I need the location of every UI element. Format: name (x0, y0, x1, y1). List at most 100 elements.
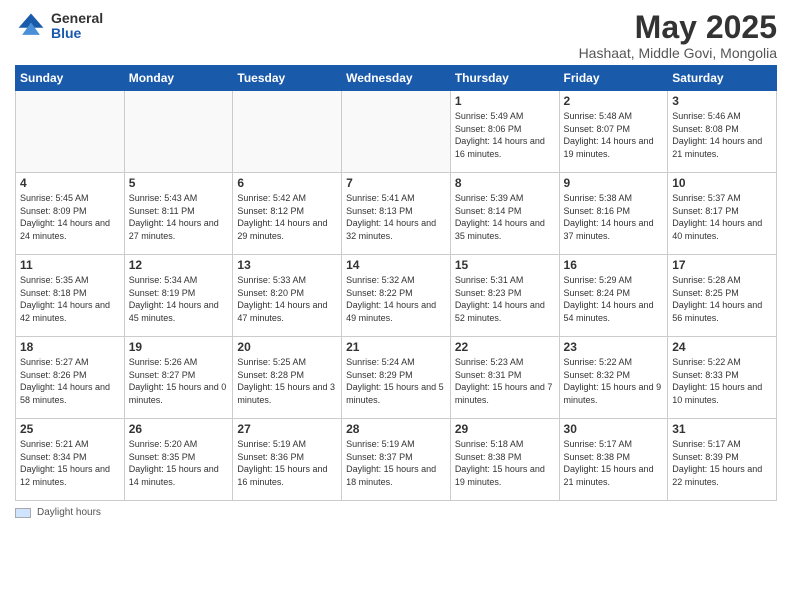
day-info: Sunrise: 5:41 AM Sunset: 8:13 PM Dayligh… (346, 192, 446, 242)
calendar-cell: 25 Sunrise: 5:21 AM Sunset: 8:34 PM Dayli… (16, 419, 125, 501)
day-info: Sunrise: 5:46 AM Sunset: 8:08 PM Dayligh… (672, 110, 772, 160)
calendar-cell: 15 Sunrise: 5:31 AM Sunset: 8:23 PM Dayli… (450, 255, 559, 337)
calendar-cell: 27Sunrise: 5:19 AM Sunset: 8:36 PM Dayli… (233, 419, 342, 501)
calendar-cell: 4Sunrise: 5:45 AM Sunset: 8:09 PM Daylig… (16, 173, 125, 255)
calendar-cell (233, 91, 342, 173)
col-saturday: Saturday (668, 66, 777, 91)
logo-icon (15, 10, 47, 42)
calendar-cell: 13 Sunrise: 5:33 AM Sunset: 8:20 PM Dayli… (233, 255, 342, 337)
day-number: 16 (564, 258, 664, 272)
day-number: 1 (455, 94, 555, 108)
day-number: 20 (237, 340, 337, 354)
title-block: May 2025 Hashaat, Middle Govi, Mongolia (579, 10, 777, 61)
day-info: Sunrise: 5:22 AM Sunset: 8:32 PM Dayligh… (564, 356, 664, 406)
day-info: Sunrise: 5:27 AM Sunset: 8:26 PM Dayligh… (20, 356, 120, 406)
week-row-5: 25 Sunrise: 5:21 AM Sunset: 8:34 PM Dayli… (16, 419, 777, 501)
day-number: 15 (455, 258, 555, 272)
day-info: Sunrise: 5:29 AM Sunset: 8:24 PM Dayligh… (564, 274, 664, 324)
calendar-cell: 21 Sunrise: 5:24 AM Sunset: 8:29 PM Dayli… (342, 337, 451, 419)
day-number: 27 (237, 422, 337, 436)
col-thursday: Thursday (450, 66, 559, 91)
day-number: 21 (346, 340, 446, 354)
calendar-cell: 29 Sunrise: 5:18 AM Sunset: 8:38 PM Dayli… (450, 419, 559, 501)
calendar-cell: 11 Sunrise: 5:35 AM Sunset: 8:18 PM Dayli… (16, 255, 125, 337)
day-info: Sunrise: 5:34 AM Sunset: 8:19 PM Dayligh… (129, 274, 229, 324)
logo-text: General Blue (51, 11, 103, 42)
calendar-body: 1Sunrise: 5:49 AM Sunset: 8:06 PM Daylig… (16, 91, 777, 501)
logo: General Blue (15, 10, 103, 42)
week-row-4: 18 Sunrise: 5:27 AM Sunset: 8:26 PM Dayli… (16, 337, 777, 419)
col-monday: Monday (124, 66, 233, 91)
day-number: 13 (237, 258, 337, 272)
day-info: Sunrise: 5:38 AM Sunset: 8:16 PM Dayligh… (564, 192, 664, 242)
calendar-cell: 28 Sunrise: 5:19 AM Sunset: 8:37 PM Dayli… (342, 419, 451, 501)
calendar-cell: 16 Sunrise: 5:29 AM Sunset: 8:24 PM Dayli… (559, 255, 668, 337)
day-number: 18 (20, 340, 120, 354)
calendar-cell: 2Sunrise: 5:48 AM Sunset: 8:07 PM Daylig… (559, 91, 668, 173)
day-number: 30 (564, 422, 664, 436)
day-number: 6 (237, 176, 337, 190)
day-number: 22 (455, 340, 555, 354)
calendar-cell: 5 Sunrise: 5:43 AM Sunset: 8:11 PM Daylig… (124, 173, 233, 255)
calendar-cell: 18 Sunrise: 5:27 AM Sunset: 8:26 PM Dayli… (16, 337, 125, 419)
day-info: Sunrise: 5:20 AM Sunset: 8:35 PM Dayligh… (129, 438, 229, 488)
day-number: 8 (455, 176, 555, 190)
calendar-table: Sunday Monday Tuesday Wednesday Thursday… (15, 65, 777, 501)
day-info: Sunrise: 5:42 AM Sunset: 8:12 PM Dayligh… (237, 192, 337, 242)
day-info: Sunrise: 5:43 AM Sunset: 8:11 PM Dayligh… (129, 192, 229, 242)
day-number: 5 (129, 176, 229, 190)
logo-blue: Blue (51, 26, 103, 41)
day-info: Sunrise: 5:35 AM Sunset: 8:18 PM Dayligh… (20, 274, 120, 324)
calendar-cell: 1Sunrise: 5:49 AM Sunset: 8:06 PM Daylig… (450, 91, 559, 173)
day-info: Sunrise: 5:24 AM Sunset: 8:29 PM Dayligh… (346, 356, 446, 406)
week-row-1: 1Sunrise: 5:49 AM Sunset: 8:06 PM Daylig… (16, 91, 777, 173)
col-tuesday: Tuesday (233, 66, 342, 91)
calendar-cell: 20 Sunrise: 5:25 AM Sunset: 8:28 PM Dayli… (233, 337, 342, 419)
calendar-cell: 17Sunrise: 5:28 AM Sunset: 8:25 PM Dayli… (668, 255, 777, 337)
day-info: Sunrise: 5:33 AM Sunset: 8:20 PM Dayligh… (237, 274, 337, 324)
day-number: 24 (672, 340, 772, 354)
day-info: Sunrise: 5:45 AM Sunset: 8:09 PM Dayligh… (20, 192, 120, 242)
subtitle: Hashaat, Middle Govi, Mongolia (579, 45, 777, 61)
header: General Blue May 2025 Hashaat, Middle Go… (15, 10, 777, 61)
day-number: 2 (564, 94, 664, 108)
day-info: Sunrise: 5:21 AM Sunset: 8:34 PM Dayligh… (20, 438, 120, 488)
logo-general: General (51, 11, 103, 26)
day-info: Sunrise: 5:22 AM Sunset: 8:33 PM Dayligh… (672, 356, 772, 406)
day-info: Sunrise: 5:18 AM Sunset: 8:38 PM Dayligh… (455, 438, 555, 488)
day-number: 23 (564, 340, 664, 354)
calendar-cell: 7 Sunrise: 5:41 AM Sunset: 8:13 PM Daylig… (342, 173, 451, 255)
day-info: Sunrise: 5:19 AM Sunset: 8:37 PM Dayligh… (346, 438, 446, 488)
calendar-cell: 23 Sunrise: 5:22 AM Sunset: 8:32 PM Dayli… (559, 337, 668, 419)
day-info: Sunrise: 5:31 AM Sunset: 8:23 PM Dayligh… (455, 274, 555, 324)
calendar-cell: 24 Sunrise: 5:22 AM Sunset: 8:33 PM Dayli… (668, 337, 777, 419)
daylight-legend-label: Daylight hours (37, 507, 101, 518)
calendar-cell: 6 Sunrise: 5:42 AM Sunset: 8:12 PM Daylig… (233, 173, 342, 255)
day-info: Sunrise: 5:37 AM Sunset: 8:17 PM Dayligh… (672, 192, 772, 242)
day-number: 25 (20, 422, 120, 436)
day-number: 26 (129, 422, 229, 436)
page: General Blue May 2025 Hashaat, Middle Go… (0, 0, 792, 612)
day-number: 12 (129, 258, 229, 272)
day-number: 31 (672, 422, 772, 436)
day-number: 9 (564, 176, 664, 190)
day-info: Sunrise: 5:28 AM Sunset: 8:25 PM Dayligh… (672, 274, 772, 324)
day-number: 28 (346, 422, 446, 436)
day-number: 29 (455, 422, 555, 436)
calendar-cell: 30Sunrise: 5:17 AM Sunset: 8:38 PM Dayli… (559, 419, 668, 501)
calendar-cell: 22 Sunrise: 5:23 AM Sunset: 8:31 PM Dayli… (450, 337, 559, 419)
calendar-cell: 14Sunrise: 5:32 AM Sunset: 8:22 PM Dayli… (342, 255, 451, 337)
day-info: Sunrise: 5:39 AM Sunset: 8:14 PM Dayligh… (455, 192, 555, 242)
day-number: 11 (20, 258, 120, 272)
day-info: Sunrise: 5:32 AM Sunset: 8:22 PM Dayligh… (346, 274, 446, 324)
col-wednesday: Wednesday (342, 66, 451, 91)
day-info: Sunrise: 5:17 AM Sunset: 8:39 PM Dayligh… (672, 438, 772, 488)
calendar-header: Sunday Monday Tuesday Wednesday Thursday… (16, 66, 777, 91)
header-row: Sunday Monday Tuesday Wednesday Thursday… (16, 66, 777, 91)
day-info: Sunrise: 5:23 AM Sunset: 8:31 PM Dayligh… (455, 356, 555, 406)
daylight-legend-box (15, 508, 31, 518)
col-sunday: Sunday (16, 66, 125, 91)
day-info: Sunrise: 5:25 AM Sunset: 8:28 PM Dayligh… (237, 356, 337, 406)
day-number: 7 (346, 176, 446, 190)
day-number: 10 (672, 176, 772, 190)
